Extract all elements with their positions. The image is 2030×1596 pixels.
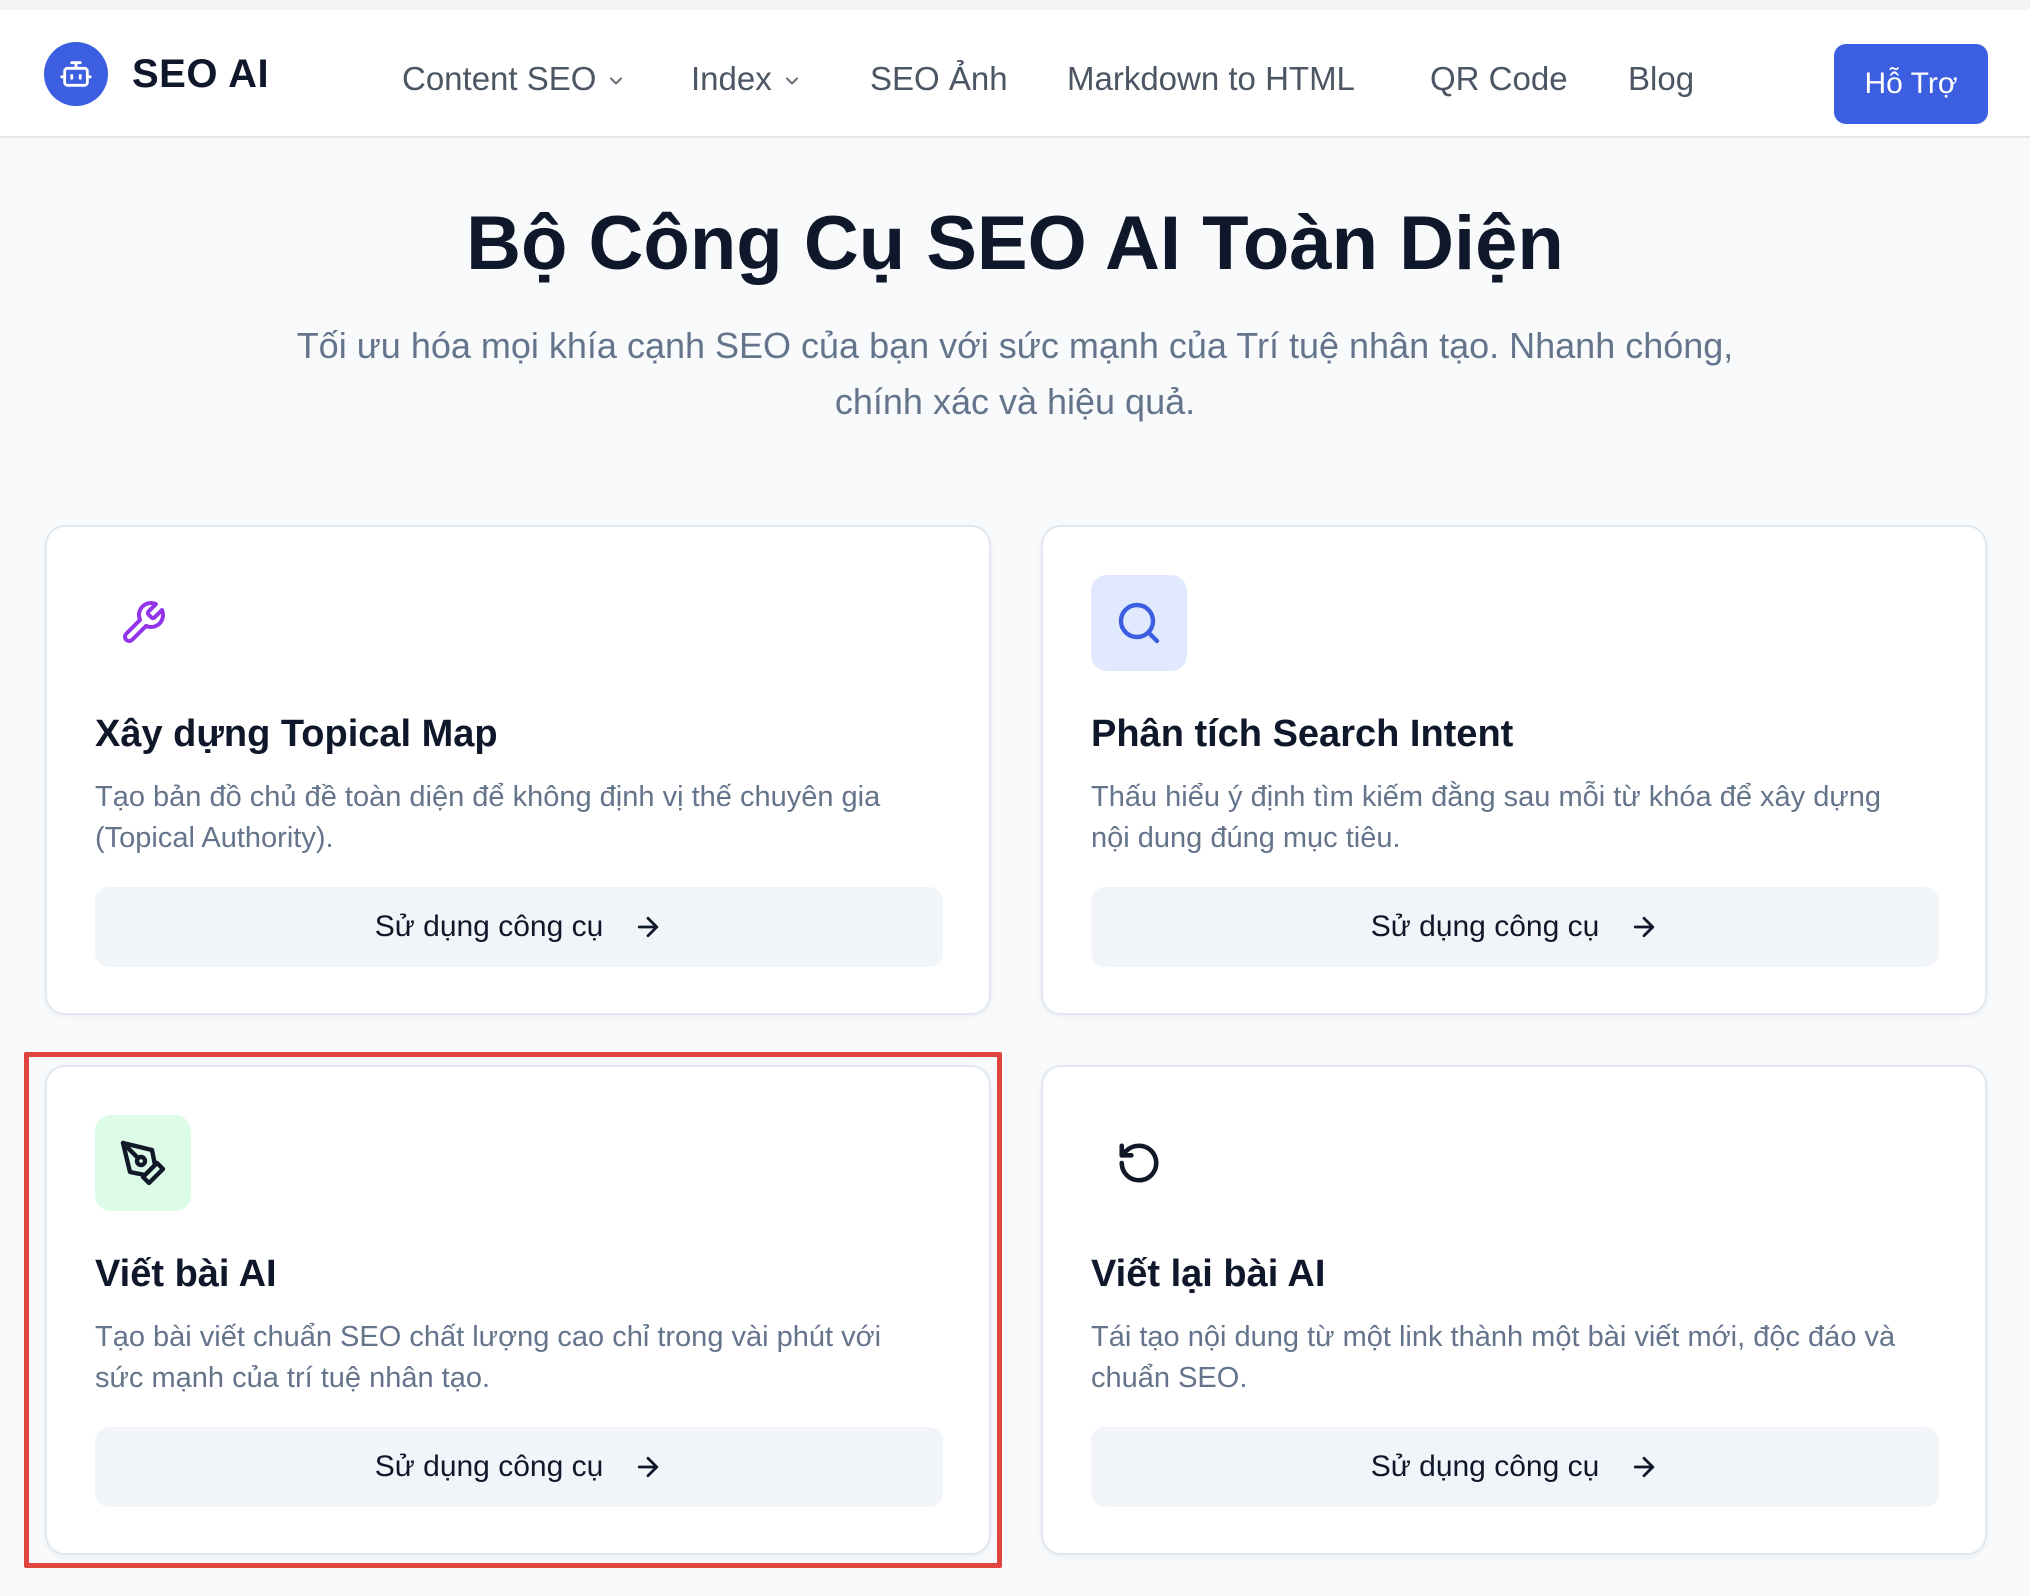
highlight-box [24,1052,1002,1568]
card-description: Tái tạo nội dung từ một link thành một b… [1091,1317,1951,1399]
chevron-down-icon [610,77,623,85]
chevron-down-icon [785,77,798,85]
tool-card-topical-map: Xây dựng Topical Map Tạo bản đồ chủ đề t… [45,525,991,1015]
card-description-line: (Topical Authority). [95,822,334,854]
nav-item-label: Index [691,60,772,97]
nav-item-label: QR Code [1430,60,1568,97]
robot-icon[interactable] [44,42,108,106]
nav-item-blog[interactable]: Blog [1628,54,1694,104]
wrench-icon [95,575,191,671]
tool-card-ai-rewriter: Viết lại bài AI Tái tạo nội dung từ một … [1041,1065,1987,1555]
use-tool-button[interactable]: Sử dụng công cụ [1091,1427,1939,1507]
use-tool-button-label: Sử dụng công cụ [1370,910,1600,943]
card-title: Phân tích Search Intent [1091,713,1514,755]
nav-item-label: Blog [1628,60,1695,97]
search-icon [1091,575,1187,671]
arrow-right-icon [1634,1456,1655,1478]
page-title: Bộ Công Cụ SEO AI Toàn Diện [466,201,1564,286]
card-description-line: Thấu hiểu ý định tìm kiếm đằng sau mỗi t… [1091,781,1882,813]
use-tool-button-label: Sử dụng công cụ [374,910,604,943]
nav-item-label: Markdown to HTML [1067,60,1355,97]
nav-item-label: SEO Ảnh [870,60,1008,97]
nav-item-qr-code[interactable]: QR Code [1430,54,1568,104]
nav-item-markdown-to-html[interactable]: Markdown to HTML [1067,54,1355,104]
nav-item-content-seo[interactable]: Content SEO [402,54,626,104]
use-tool-button[interactable]: Sử dụng công cụ [1091,887,1939,967]
rotate-ccw-icon [1091,1115,1187,1211]
support-button[interactable]: Hỗ Trợ [1834,44,1988,124]
subtitle-line: Tối ưu hóa mọi khía cạnh SEO của bạn với… [296,325,1734,366]
arrow-right-icon [1634,916,1655,938]
logo-text[interactable]: SEO AI [132,52,269,97]
page-subtitle: Tối ưu hóa mọi khía cạnh SEO của bạn với… [260,318,1770,430]
nav-item-index[interactable]: Index [691,54,802,104]
card-description-line: Tạo bản đồ chủ đề toàn diện để không địn… [95,781,881,813]
card-title: Viết lại bài AI [1091,1253,1326,1295]
use-tool-button[interactable]: Sử dụng công cụ [95,887,943,967]
card-title: Xây dựng Topical Map [95,713,498,755]
card-description-line: nội dung đúng mục tiêu. [1091,822,1401,854]
site-header: SEO AI Content SEO Index SEO Ảnh Markdow… [0,10,2030,138]
card-description-line: Tái tạo nội dung từ một link thành một b… [1091,1321,1896,1353]
use-tool-button-label: Sử dụng công cụ [1370,1450,1600,1483]
card-description: Thấu hiểu ý định tìm kiếm đằng sau mỗi t… [1091,777,1951,859]
top-strip [0,0,2030,10]
subtitle-line: chính xác và hiệu quả. [834,381,1196,422]
tool-card-search-intent: Phân tích Search Intent Thấu hiểu ý định… [1041,525,1987,1015]
nav-item-label: Content SEO [402,60,597,97]
arrow-right-icon [638,916,659,938]
nav-item-seo-anh[interactable]: SEO Ảnh [870,54,1008,104]
card-description-line: chuẩn SEO. [1091,1362,1248,1394]
card-description: Tạo bản đồ chủ đề toàn diện để không địn… [95,777,955,859]
